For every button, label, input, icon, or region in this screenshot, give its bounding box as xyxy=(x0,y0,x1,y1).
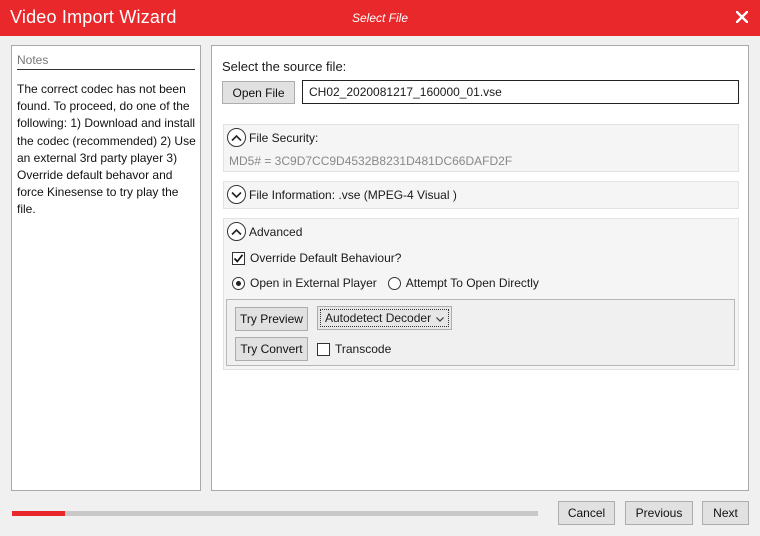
source-file-label: Select the source file: xyxy=(222,59,347,74)
close-icon[interactable] xyxy=(732,7,752,27)
previous-button[interactable]: Previous xyxy=(625,501,693,525)
notes-header: Notes xyxy=(17,53,195,70)
collapse-chevron-up-icon[interactable] xyxy=(227,222,246,241)
open-directly-radio[interactable] xyxy=(387,276,401,290)
file-security-section: File Security: MD5# = 3C9D7CC9D4532B8231… xyxy=(223,124,739,172)
open-file-button[interactable]: Open File xyxy=(222,81,295,104)
open-mode-row: Open in External Player Attempt To Open … xyxy=(232,276,539,290)
try-preview-button[interactable]: Try Preview xyxy=(235,307,308,331)
decoder-select[interactable]: Autodetect Decoder xyxy=(317,306,452,330)
file-information-title: File Information: .vse (MPEG-4 Visual ) xyxy=(249,187,457,202)
cancel-button[interactable]: Cancel xyxy=(558,501,615,525)
title-bar: Video Import Wizard Select File xyxy=(0,0,760,36)
advanced-section: Advanced Override Default Behaviour? Ope… xyxy=(223,218,739,370)
wizard-progress-fill xyxy=(12,511,65,516)
transcode-row: Transcode xyxy=(317,342,391,356)
chevron-down-icon xyxy=(436,311,444,325)
override-label: Override Default Behaviour? xyxy=(250,251,402,265)
collapse-chevron-up-icon[interactable] xyxy=(227,128,246,147)
file-path-field[interactable]: CH02_2020081217_160000_01.vse xyxy=(302,80,739,104)
step-title: Select File xyxy=(351,11,409,25)
preview-convert-box: Try Preview Autodetect Decoder Try Conve… xyxy=(226,299,735,366)
open-directly-label: Attempt To Open Directly xyxy=(405,276,539,290)
file-information-section: File Information: .vse (MPEG-4 Visual ) xyxy=(223,181,739,209)
advanced-title: Advanced xyxy=(249,224,303,239)
notes-text: The correct codec has not been found. To… xyxy=(17,82,196,217)
file-security-title: File Security: xyxy=(249,130,319,145)
notes-panel: Notes The correct codec has not been fou… xyxy=(11,45,201,491)
expand-chevron-down-icon[interactable] xyxy=(227,185,246,204)
transcode-checkbox[interactable] xyxy=(317,342,330,356)
md5-hash: MD5# = 3C9D7CC9D4532B8231D481DC66DAFD2F xyxy=(229,154,513,168)
override-row: Override Default Behaviour? xyxy=(232,251,401,265)
decoder-selected-value: Autodetect Decoder xyxy=(325,311,432,325)
next-button[interactable]: Next xyxy=(702,501,749,525)
open-external-radio[interactable] xyxy=(232,276,245,290)
override-checkbox[interactable] xyxy=(232,251,245,265)
wizard-progress-bar xyxy=(12,511,538,516)
transcode-label: Transcode xyxy=(335,342,392,356)
open-external-label: Open in External Player xyxy=(250,276,377,290)
main-panel: Select the source file: Open File CH02_2… xyxy=(211,45,749,491)
radio-selected-dot xyxy=(236,280,241,286)
try-convert-button[interactable]: Try Convert xyxy=(235,337,308,361)
